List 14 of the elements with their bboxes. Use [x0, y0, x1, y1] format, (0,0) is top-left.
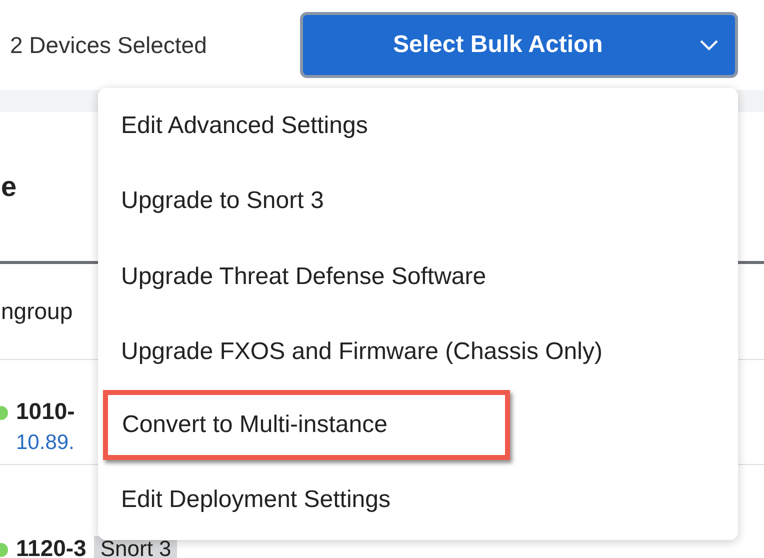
device-address-link[interactable]: 10.89.: [16, 431, 75, 455]
menu-item[interactable]: Upgrade FXOS and Firmware (Chassis Only): [98, 314, 738, 390]
section-heading: e: [1, 170, 17, 202]
menu-item[interactable]: Convert to Multi-instance: [103, 390, 510, 460]
device-name: 1120-3: [16, 535, 86, 558]
menu-item[interactable]: Edit Advanced Settings: [98, 88, 738, 164]
menu-item[interactable]: Upgrade Threat Defense Software: [98, 239, 738, 314]
menu-item[interactable]: Upgrade to Snort 3: [98, 164, 738, 239]
group-label: ngroup: [1, 298, 73, 325]
bulk-action-button[interactable]: Select Bulk Action: [300, 12, 738, 78]
selection-count: 2 Devices Selected: [10, 32, 208, 58]
chevron-down-icon: [699, 39, 719, 51]
device-name: 1010-: [16, 398, 75, 425]
menu-item[interactable]: Edit Deployment Settings: [98, 462, 738, 538]
